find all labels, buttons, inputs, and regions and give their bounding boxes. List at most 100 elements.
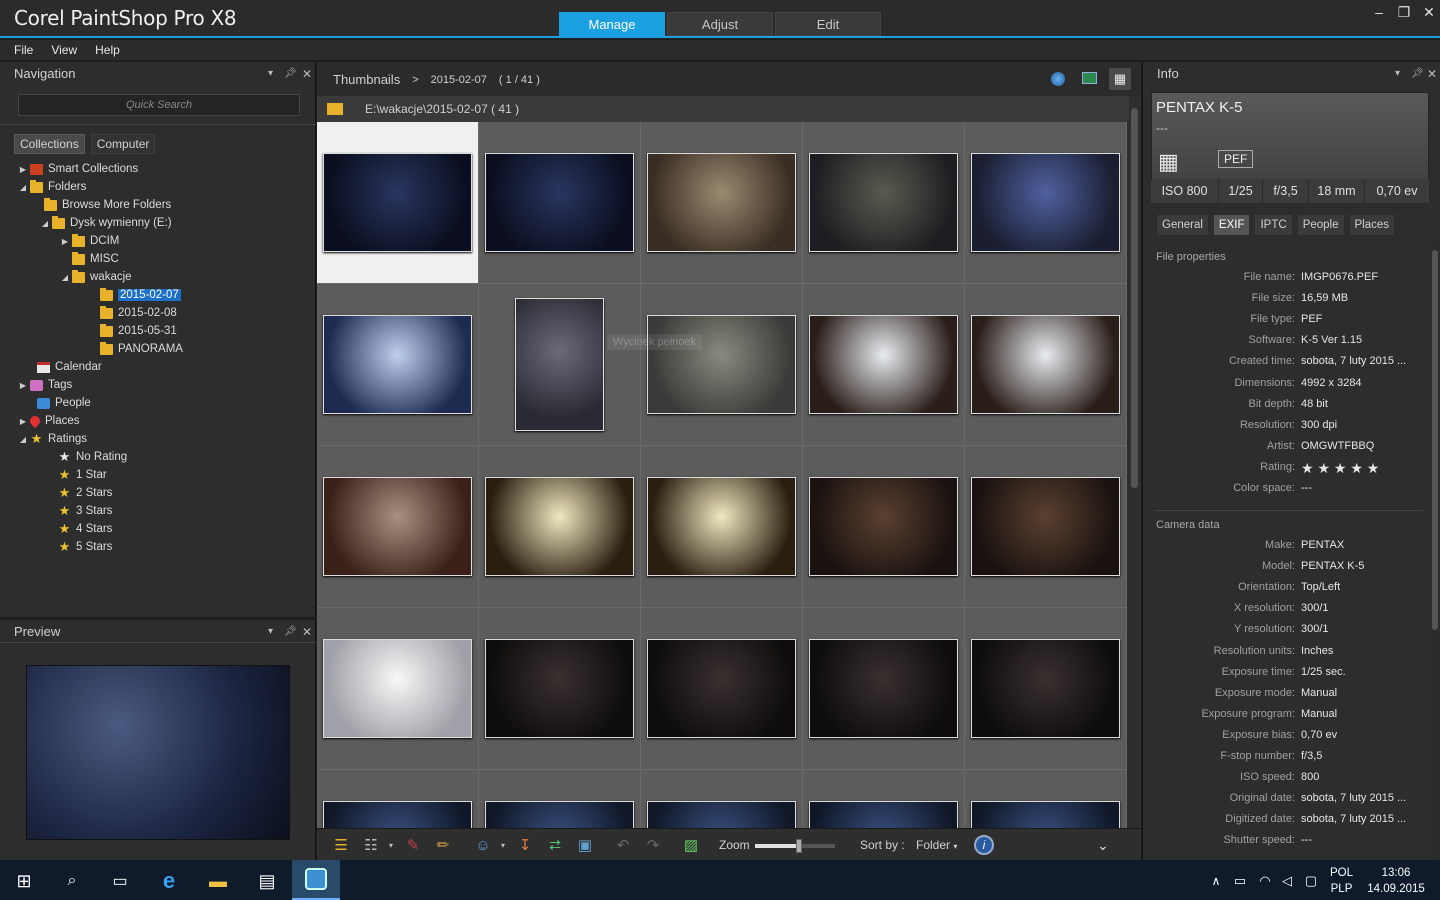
thumbnail-fireplace-2[interactable] xyxy=(647,639,796,738)
vertical-scrollbar[interactable] xyxy=(1129,96,1141,828)
scroll-thumb[interactable] xyxy=(1131,108,1138,488)
globe-icon[interactable] xyxy=(1051,72,1065,86)
task-view-icon[interactable]: ▭ xyxy=(109,870,131,892)
info-icon[interactable]: i xyxy=(974,835,994,855)
menu-view[interactable]: View xyxy=(51,43,77,57)
thumbnail-cell[interactable] xyxy=(641,770,803,828)
close-panel-icon[interactable]: ✕ xyxy=(302,625,312,639)
tree-3-stars[interactable]: ★ 3 Stars xyxy=(58,502,113,520)
expand-toolbar-icon[interactable]: ⌄ xyxy=(1097,837,1109,854)
thumbnail-cell[interactable] xyxy=(317,446,479,608)
clock[interactable]: 13:06 14.09.2015 xyxy=(1366,865,1426,897)
close-panel-icon[interactable]: ✕ xyxy=(1427,67,1437,81)
pin-icon[interactable]: 📌︎ xyxy=(1411,68,1424,79)
import-icon[interactable]: ↧ xyxy=(515,835,535,855)
wifi-icon[interactable]: ◠ xyxy=(1254,870,1276,892)
thumbnail-lamp[interactable] xyxy=(485,477,634,576)
thumbnail-cell[interactable] xyxy=(641,122,803,284)
thumbnail-blue-5[interactable] xyxy=(971,801,1120,828)
capture-icon[interactable]: ▨ xyxy=(681,835,701,855)
menu-help[interactable]: Help xyxy=(95,43,120,57)
tab-collections[interactable]: Collections xyxy=(14,134,85,154)
thumbnail-cell[interactable] xyxy=(317,284,479,446)
tree-no-rating[interactable]: ★ No Rating xyxy=(58,448,127,466)
tab-exif[interactable]: EXIF xyxy=(1213,215,1250,235)
tab-adjust[interactable]: Adjust xyxy=(667,12,773,36)
thumbnail-fireplace-3[interactable] xyxy=(809,639,958,738)
thumbnail-cell[interactable] xyxy=(317,770,479,828)
sort-select[interactable]: Folder ▾ xyxy=(916,838,957,852)
thumbnail-cell[interactable] xyxy=(479,122,641,284)
collapse-icon[interactable]: ◢ xyxy=(58,273,72,282)
thumbnail-glass-vase[interactable] xyxy=(809,153,958,252)
tree-2-stars[interactable]: ★ 2 Stars xyxy=(58,484,113,502)
action-center-icon[interactable]: ▢ xyxy=(1300,870,1322,892)
tree-people[interactable]: People xyxy=(37,394,91,412)
tree-5-stars[interactable]: ★ 5 Stars xyxy=(58,538,113,556)
thumbnail-cell[interactable] xyxy=(641,446,803,608)
tree-4-stars[interactable]: ★ 4 Stars xyxy=(58,520,113,538)
thumbnail-fireplace-grate[interactable] xyxy=(971,153,1120,252)
tree-dcim[interactable]: ▶ DCIM xyxy=(58,232,119,250)
thumbnail-lampshade[interactable] xyxy=(323,315,472,414)
tree-wakacje[interactable]: ◢ wakacje xyxy=(58,268,132,286)
expand-icon[interactable]: ▶ xyxy=(58,237,72,246)
thumbnail-cell[interactable] xyxy=(965,122,1127,284)
tab-people[interactable]: People xyxy=(1297,215,1344,235)
red-eye-icon[interactable]: ✎ xyxy=(403,835,423,855)
thumbnail-fireplace-4[interactable] xyxy=(971,639,1120,738)
language-indicator[interactable]: POL PLP xyxy=(1330,865,1353,897)
thumbnail-cell[interactable] xyxy=(965,770,1127,828)
panel-menu-icon[interactable]: ▾ xyxy=(268,68,273,79)
explorer-icon[interactable]: ▬ xyxy=(207,870,229,892)
tree-drive-e[interactable]: ◢ Dysk wymienny (E:) xyxy=(38,214,172,232)
tab-edit[interactable]: Edit xyxy=(775,12,881,36)
thumbnail-cell[interactable] xyxy=(479,770,641,828)
thumbnail-soldier-figure[interactable] xyxy=(971,477,1120,576)
thumbnail-blue-1[interactable] xyxy=(323,801,472,828)
thumbnail-marble-table[interactable] xyxy=(323,477,472,576)
pin-icon[interactable]: 📌︎ xyxy=(284,68,297,79)
thumbnail-cell[interactable] xyxy=(965,284,1127,446)
crumb-thumbnails[interactable]: Thumbnails xyxy=(333,72,400,87)
tree-tags[interactable]: ▶ Tags xyxy=(16,376,72,394)
tab-computer[interactable]: Computer xyxy=(90,134,156,154)
battery-icon[interactable]: ▭ xyxy=(1229,870,1251,892)
quick-search-input[interactable]: Quick Search xyxy=(18,94,300,116)
thumbnail-cell[interactable] xyxy=(803,284,965,446)
thumbnail-candle-holder[interactable] xyxy=(647,315,796,414)
thumbnail-blue-4[interactable] xyxy=(809,801,958,828)
close-panel-icon[interactable]: ✕ xyxy=(302,67,312,81)
dropdown-icon[interactable]: ▾ xyxy=(381,835,401,855)
expand-icon[interactable]: ▶ xyxy=(16,417,30,426)
grid-view-icon[interactable]: ▦ xyxy=(1109,68,1131,90)
zoom-slider-thumb[interactable] xyxy=(796,839,802,853)
tree-browse-more[interactable]: Browse More Folders xyxy=(44,196,171,214)
thumbnail-cell[interactable] xyxy=(965,608,1127,770)
rotate-right-icon[interactable]: ↷ xyxy=(643,835,663,855)
dropdown-icon[interactable]: ▾ xyxy=(493,835,513,855)
panel-menu-icon[interactable]: ▾ xyxy=(268,626,273,637)
info-scrollbar[interactable] xyxy=(1431,240,1439,860)
thumbnail-cell[interactable] xyxy=(479,284,641,446)
thumbnail-lamp-2[interactable] xyxy=(647,477,796,576)
volume-icon[interactable]: ◁ xyxy=(1276,870,1298,892)
close-icon[interactable]: ✕ xyxy=(1418,4,1440,21)
tab-iptc[interactable]: IPTC xyxy=(1255,215,1292,235)
crumb-folder[interactable]: 2015-02-07 xyxy=(431,74,487,86)
tree-ratings[interactable]: ◢ ★ Ratings xyxy=(16,430,87,448)
thumbnail-cell[interactable] xyxy=(803,770,965,828)
tab-manage[interactable]: Manage xyxy=(559,12,665,36)
tree-folders[interactable]: ◢ Folders xyxy=(16,178,86,196)
tree-calendar[interactable]: Calendar xyxy=(37,358,102,376)
expand-icon[interactable]: ▶ xyxy=(16,165,30,174)
thumbnail-cell[interactable] xyxy=(641,284,803,446)
rotate-left-icon[interactable]: ↶ xyxy=(613,835,633,855)
tree-smart-collections[interactable]: ▶ Smart Collections xyxy=(16,160,138,178)
people-tag-icon[interactable]: ☺ xyxy=(473,835,493,855)
thumbnail-cell[interactable] xyxy=(803,608,965,770)
tab-general[interactable]: General xyxy=(1157,215,1208,235)
thumbnail-blue-2[interactable] xyxy=(485,801,634,828)
thumbnail-fire-tools[interactable] xyxy=(515,298,604,431)
tree-2015-05-31[interactable]: 2015-05-31 xyxy=(100,322,177,340)
